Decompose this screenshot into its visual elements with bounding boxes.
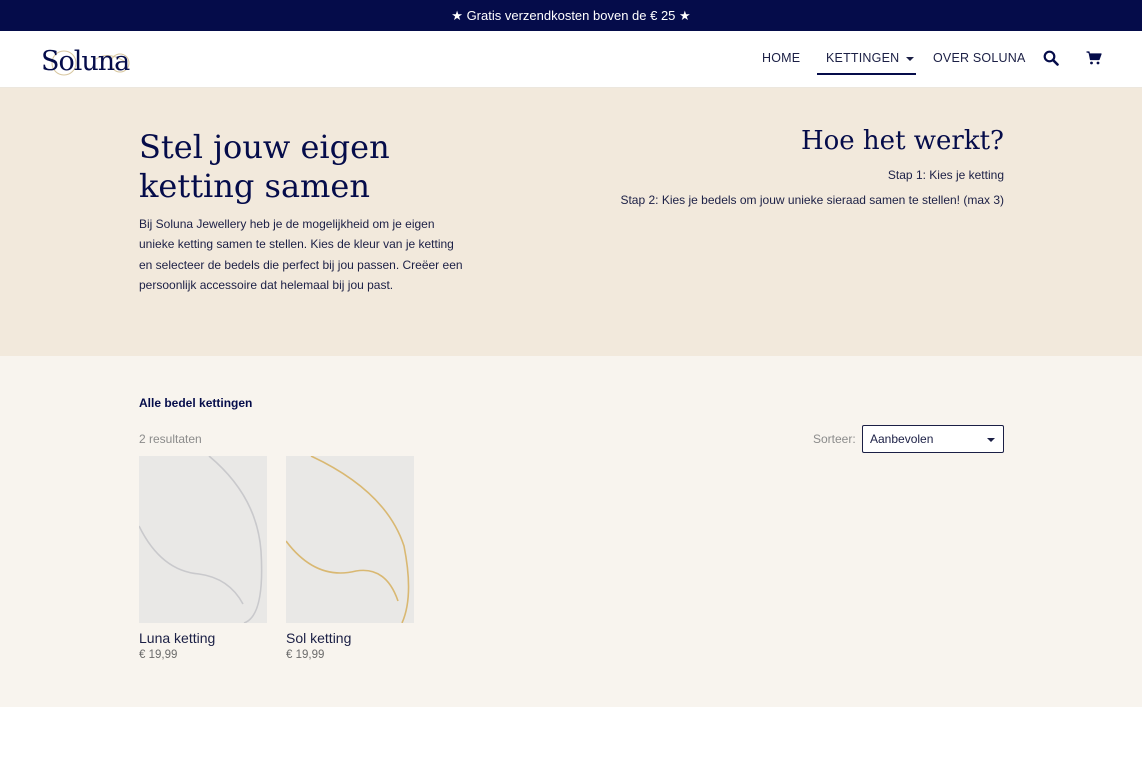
product-price: € 19,99 <box>286 649 325 661</box>
hero-description: Bij Soluna Jewellery heb je de mogelijkh… <box>139 217 463 292</box>
nav-kettingen-label: KETTINGEN <box>826 51 900 65</box>
product-card[interactable]: Luna ketting € 19,99 <box>139 456 267 661</box>
nav-home[interactable]: HOME <box>762 51 800 65</box>
product-name[interactable]: Sol ketting <box>286 630 414 646</box>
sort-select[interactable]: Aanbevolen <box>862 425 1004 453</box>
nav-over-soluna[interactable]: OVER SOLUNA <box>933 51 1026 65</box>
chevron-down-icon <box>987 438 995 442</box>
site-header: Soluna HOME KETTINGEN OVER SOLUNA <box>0 31 1142 88</box>
product-name[interactable]: Luna ketting <box>139 630 267 646</box>
product-image[interactable] <box>139 456 267 623</box>
logo[interactable]: Soluna <box>36 41 136 81</box>
necklace-image <box>139 456 263 623</box>
sort-label: Sorteer: <box>813 432 856 446</box>
hero-title: Stel jouw eigen ketting samen <box>139 128 390 205</box>
logo-text: Soluna <box>41 46 130 77</box>
catalog-title: Alle bedel kettingen <box>139 396 253 410</box>
product-catalog: Alle bedel kettingen 2 resultaten Sortee… <box>0 356 1142 707</box>
how-it-works-title: Hoe het werkt? <box>800 126 1004 156</box>
result-count: 2 resultaten <box>139 432 202 446</box>
necklace-image <box>286 456 410 623</box>
how-it-works-step-2: Stap 2: Kies je bedels om jouw unieke si… <box>620 193 1004 207</box>
promo-text: ★ Gratis verzendkosten boven de € 25 ★ <box>451 7 691 23</box>
promo-bar: ★ Gratis verzendkosten boven de € 25 ★ <box>0 0 1142 31</box>
cart-icon[interactable] <box>1086 51 1102 65</box>
page-footer-space <box>0 707 1142 758</box>
product-price: € 19,99 <box>139 649 178 661</box>
sort-select-value: Aanbevolen <box>870 432 934 446</box>
product-card[interactable]: Sol ketting € 19,99 <box>286 456 414 661</box>
nav-active-indicator <box>817 73 916 75</box>
product-image[interactable] <box>286 456 414 623</box>
how-it-works-step-1: Stap 1: Kies je ketting <box>887 168 1004 182</box>
hero-section: Stel jouw eigen ketting samen Bij Soluna… <box>0 88 1142 356</box>
search-icon[interactable] <box>1043 50 1059 66</box>
nav-kettingen[interactable]: KETTINGEN <box>826 51 915 65</box>
chevron-down-icon <box>906 56 915 61</box>
